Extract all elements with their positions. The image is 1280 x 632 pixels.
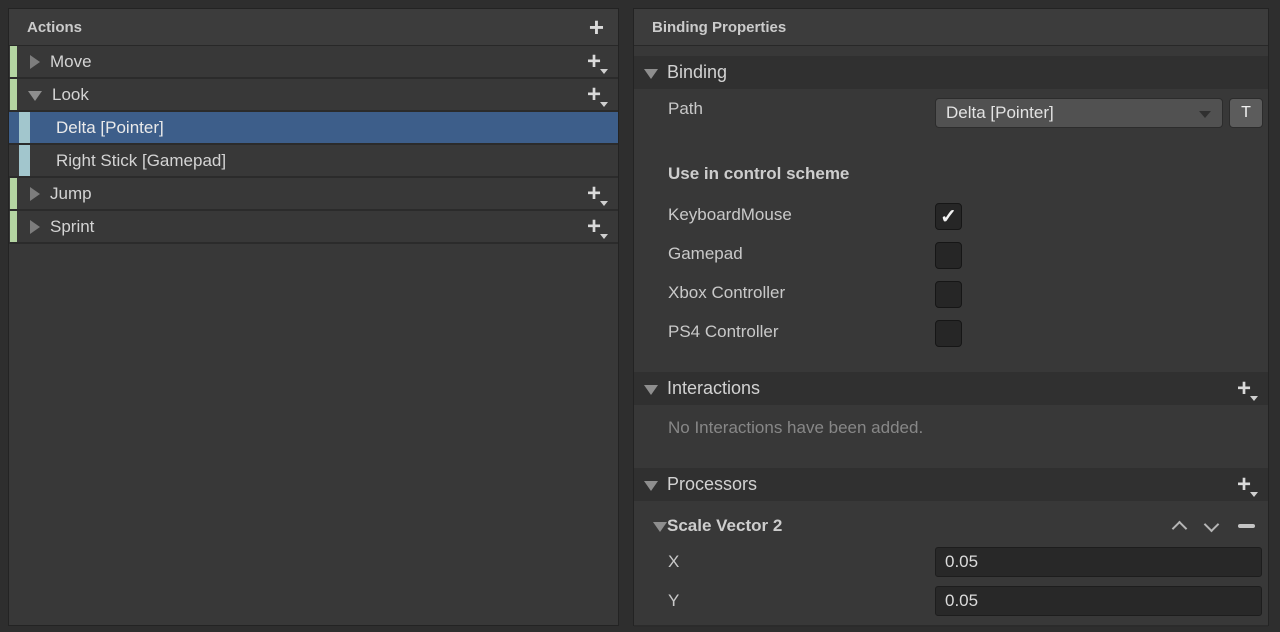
move-down-icon[interactable]	[1204, 517, 1220, 533]
path-dropdown-value: Delta [Pointer]	[946, 103, 1054, 123]
scheme-label: KeyboardMouse	[668, 205, 792, 225]
y-field-input[interactable]: 0.05	[935, 586, 1262, 616]
add-action-button[interactable]: +	[589, 14, 604, 40]
path-text-toggle-button[interactable]: T	[1229, 98, 1263, 128]
t-button-label: T	[1241, 104, 1251, 122]
action-label: Jump	[50, 184, 92, 204]
add-processor-button[interactable]: +	[1232, 473, 1256, 497]
processors-section-header[interactable]: Processors +	[634, 468, 1268, 501]
scheme-row-xbox-controller: Xbox Controller	[634, 281, 1268, 308]
caret-down-icon	[1250, 492, 1258, 497]
binding-properties-body: Binding Path Delta [Pointer] T Use in co…	[634, 46, 1268, 632]
foldout-expanded-icon[interactable]	[653, 522, 667, 532]
input-actions-editor: Actions + Move + Look +	[0, 0, 1280, 632]
action-row-look[interactable]: Look +	[9, 79, 618, 112]
caret-down-icon	[600, 201, 608, 206]
binding-properties-panel: Binding Properties Binding Path Delta [P…	[633, 8, 1269, 626]
scheme-row-gamepad: Gamepad	[634, 242, 1268, 269]
add-binding-button[interactable]: +	[582, 50, 606, 74]
foldout-expanded-icon[interactable]	[644, 69, 658, 79]
add-binding-button[interactable]: +	[582, 182, 606, 206]
foldout-collapsed-icon[interactable]	[30, 55, 40, 69]
y-field-value: 0.05	[945, 591, 978, 611]
action-color-bar	[10, 79, 17, 110]
action-row-jump[interactable]: Jump +	[9, 178, 618, 211]
checkbox-gamepad[interactable]	[935, 242, 962, 269]
actions-panel-header: Actions +	[9, 9, 618, 46]
section-divider	[634, 625, 1268, 627]
interactions-empty-message: No Interactions have been added.	[668, 418, 923, 438]
scheme-row-keyboardmouse: KeyboardMouse ✓	[634, 203, 1268, 230]
scheme-label: Gamepad	[668, 244, 743, 264]
caret-down-icon	[1250, 396, 1258, 401]
binding-properties-header: Binding Properties	[634, 9, 1268, 46]
plus-icon: +	[587, 182, 601, 206]
action-row-move[interactable]: Move +	[9, 46, 618, 79]
binding-section-header[interactable]: Binding	[634, 56, 1268, 89]
action-label: Move	[50, 52, 92, 72]
plus-icon: +	[587, 215, 601, 239]
action-label: Look	[52, 85, 89, 105]
caret-down-icon	[600, 69, 608, 74]
binding-section-title: Binding	[667, 62, 727, 83]
remove-processor-icon[interactable]	[1238, 524, 1255, 528]
add-binding-button[interactable]: +	[582, 83, 606, 107]
caret-down-icon	[600, 234, 608, 239]
actions-panel-title: Actions	[27, 19, 82, 36]
binding-label: Delta [Pointer]	[56, 118, 164, 138]
action-label: Sprint	[50, 217, 94, 237]
foldout-expanded-icon[interactable]	[644, 481, 658, 491]
x-field-label: X	[668, 552, 679, 572]
scale-vector2-header[interactable]: Scale Vector 2	[634, 509, 1268, 542]
binding-label: Right Stick [Gamepad]	[56, 151, 226, 171]
scheme-label: PS4 Controller	[668, 322, 779, 342]
foldout-expanded-icon[interactable]	[644, 385, 658, 395]
control-scheme-heading: Use in control scheme	[668, 164, 849, 184]
scale-vector2-title: Scale Vector 2	[667, 516, 782, 536]
dropdown-caret-icon	[1199, 111, 1211, 118]
y-field-label: Y	[668, 591, 679, 611]
scheme-label: Xbox Controller	[668, 283, 785, 303]
x-field-input[interactable]: 0.05	[935, 547, 1262, 577]
checkbox-ps4-controller[interactable]	[935, 320, 962, 347]
action-row-sprint[interactable]: Sprint +	[9, 211, 618, 244]
foldout-collapsed-icon[interactable]	[30, 187, 40, 201]
plus-icon: +	[1237, 473, 1251, 497]
caret-down-icon	[600, 102, 608, 107]
binding-row-delta-pointer[interactable]: Delta [Pointer]	[9, 112, 618, 145]
foldout-collapsed-icon[interactable]	[30, 220, 40, 234]
interactions-section-title: Interactions	[667, 378, 760, 399]
processor-controls	[1174, 518, 1255, 534]
action-color-bar	[10, 178, 17, 209]
checkbox-xbox-controller[interactable]	[935, 281, 962, 308]
plus-icon: +	[587, 50, 601, 74]
actions-list: Move + Look + Delta [Pointer]	[9, 46, 618, 244]
scheme-row-ps4-controller: PS4 Controller	[634, 320, 1268, 347]
move-up-icon[interactable]	[1172, 520, 1188, 536]
path-dropdown[interactable]: Delta [Pointer]	[935, 98, 1223, 128]
action-color-bar	[10, 211, 17, 242]
x-field-value: 0.05	[945, 552, 978, 572]
action-color-bar	[10, 46, 17, 77]
binding-color-bar	[19, 112, 30, 143]
add-binding-button[interactable]: +	[582, 215, 606, 239]
interactions-section-header[interactable]: Interactions +	[634, 372, 1268, 405]
plus-icon: +	[587, 83, 601, 107]
binding-row-right-stick[interactable]: Right Stick [Gamepad]	[9, 145, 618, 178]
plus-icon: +	[1237, 377, 1251, 401]
add-interaction-button[interactable]: +	[1232, 377, 1256, 401]
checkbox-keyboardmouse[interactable]: ✓	[935, 203, 962, 230]
actions-panel: Actions + Move + Look +	[8, 8, 619, 626]
check-icon: ✓	[940, 207, 957, 227]
path-label: Path	[668, 99, 703, 119]
foldout-expanded-icon[interactable]	[28, 91, 42, 101]
binding-color-bar	[19, 145, 30, 176]
binding-properties-title: Binding Properties	[652, 19, 786, 36]
processors-section-title: Processors	[667, 474, 757, 495]
